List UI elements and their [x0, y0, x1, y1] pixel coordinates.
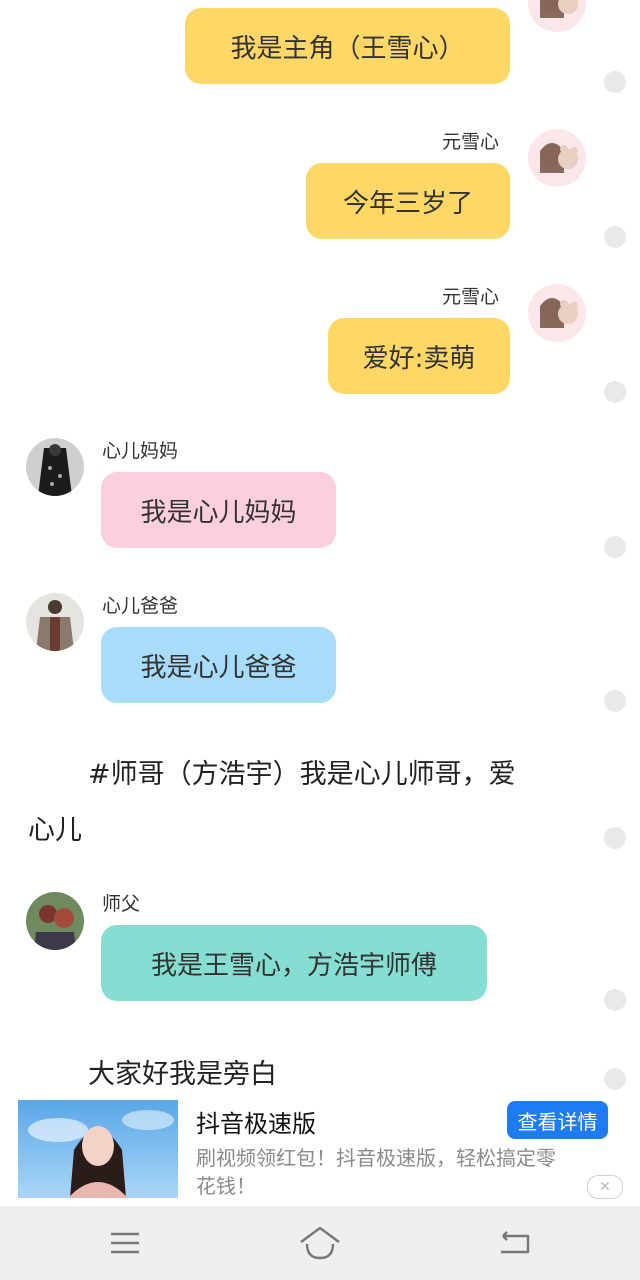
- message-bubble-3[interactable]: 爱好:卖萌: [328, 318, 510, 394]
- scroll-dot: [604, 71, 626, 93]
- sender-name: 元雪心: [442, 131, 500, 153]
- narration-text: 大家好我是旁白: [88, 1059, 277, 1090]
- scroll-dot: [604, 381, 626, 403]
- message-bubble-2[interactable]: 今年三岁了: [306, 163, 510, 239]
- message-bubble-4[interactable]: 我是心儿妈妈: [101, 472, 336, 548]
- back-icon[interactable]: [497, 1228, 533, 1258]
- scroll-dot: [604, 1068, 626, 1090]
- scroll-dot: [604, 226, 626, 248]
- sender-name: 师父: [102, 893, 141, 915]
- ad-banner[interactable]: 抖音极速版 查看详情 刷视频领红包！抖音极速版，轻松搞定零 花钱！ ✕: [0, 1096, 640, 1206]
- ad-cta-button[interactable]: 查看详情: [507, 1101, 608, 1139]
- sender-name: 心儿爸爸: [102, 595, 179, 617]
- girl-avatar-icon[interactable]: [528, 129, 586, 187]
- father-avatar-icon[interactable]: [26, 593, 84, 651]
- narration-text: 心儿: [28, 815, 82, 846]
- narration-text: #师哥（方浩宇）我是心儿师哥，爱: [88, 759, 516, 790]
- scroll-dot: [604, 536, 626, 558]
- message-bubble-5[interactable]: 我是心儿爸爸: [101, 627, 336, 703]
- ad-title: 抖音极速版: [196, 1110, 316, 1138]
- girl-avatar-icon[interactable]: [528, 284, 586, 342]
- ad-description-2: 花钱！: [196, 1174, 256, 1198]
- menu-icon[interactable]: [108, 1228, 142, 1258]
- ad-image[interactable]: [18, 1100, 178, 1198]
- sender-name: 心儿妈妈: [102, 440, 179, 462]
- master-avatar-icon[interactable]: [26, 892, 84, 950]
- scroll-dot: [604, 690, 626, 712]
- close-icon[interactable]: ✕: [587, 1175, 623, 1199]
- message-bubble-1[interactable]: 我是主角（王雪心）: [185, 8, 510, 84]
- mother-avatar-icon[interactable]: [26, 438, 84, 496]
- message-bubble-6[interactable]: 我是王雪心，方浩宇师傅: [101, 925, 487, 1001]
- ad-description: 刷视频领红包！抖音极速版，轻松搞定零: [196, 1146, 556, 1170]
- sender-name: 元雪心: [442, 286, 500, 308]
- home-icon[interactable]: [298, 1224, 342, 1262]
- system-nav-bar: [0, 1206, 640, 1280]
- girl-avatar-icon[interactable]: [528, 0, 586, 32]
- scroll-dot: [604, 827, 626, 849]
- scroll-dot: [604, 989, 626, 1011]
